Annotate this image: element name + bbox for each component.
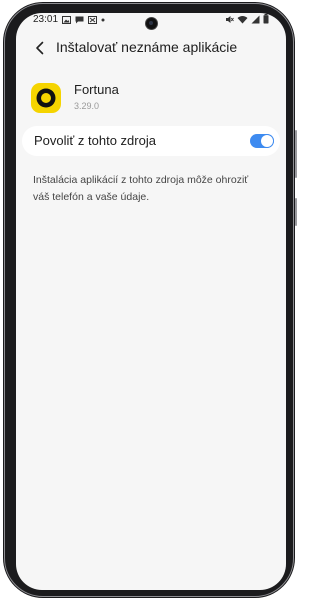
page-title: Inštalovať neznáme aplikácie xyxy=(56,39,238,55)
dot-icon xyxy=(101,18,105,21)
mute-icon xyxy=(226,15,234,23)
battery-icon xyxy=(263,14,269,24)
allow-source-setting[interactable]: Povoliť z tohto zdroja xyxy=(22,126,280,156)
toggle-knob xyxy=(261,135,273,147)
header: Inštalovať neznáme aplikácie xyxy=(16,35,286,63)
fortuna-app-icon xyxy=(31,83,61,113)
power-button xyxy=(295,198,297,226)
front-camera xyxy=(146,18,157,29)
app-version: 3.29.0 xyxy=(74,101,100,111)
description-line-2: váš telefón a vaše údaje. xyxy=(33,191,150,203)
status-time: 23:01 xyxy=(33,14,59,25)
description-line-1: Inštalácia aplikácií z tohto zdroja môže… xyxy=(33,174,249,186)
setting-label: Povoliť z tohto zdroja xyxy=(34,133,156,148)
wifi-icon xyxy=(237,15,248,23)
volume-button xyxy=(295,130,297,178)
app-name: Fortuna xyxy=(74,82,119,97)
warning-description: Inštalácia aplikácií z tohto zdroja môže… xyxy=(33,172,278,206)
phone-body: 23:01 Inštalovať neznáme aplikácie Fortu… xyxy=(3,2,297,598)
message-icon xyxy=(75,16,84,23)
no-signal-icon xyxy=(88,15,98,24)
allow-source-toggle[interactable] xyxy=(250,134,274,148)
gallery-icon xyxy=(62,15,72,24)
back-arrow-icon[interactable] xyxy=(30,38,50,58)
screen: 23:01 Inštalovať neznáme aplikácie Fortu… xyxy=(16,13,286,590)
signal-icon xyxy=(251,15,260,23)
app-info: Fortuna 3.29.0 xyxy=(16,79,286,123)
